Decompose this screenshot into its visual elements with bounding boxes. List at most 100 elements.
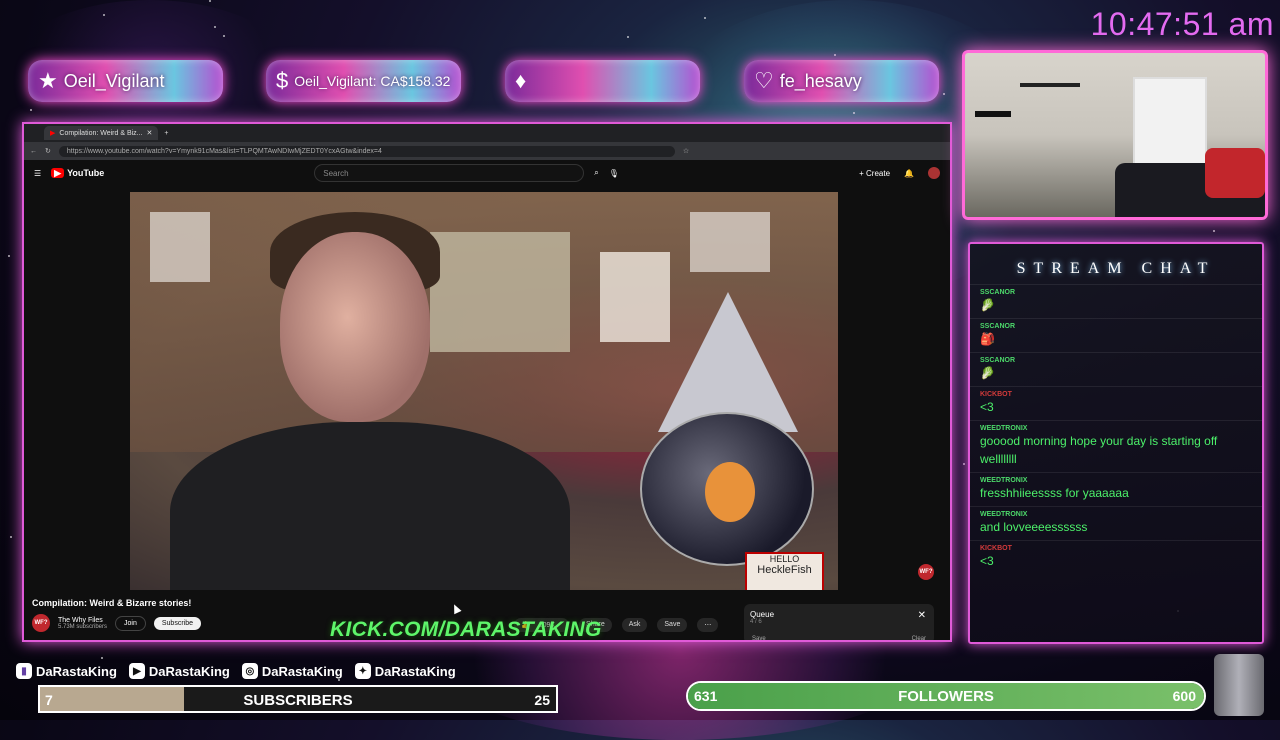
menu-icon[interactable]: ☰ bbox=[34, 169, 41, 178]
star bbox=[338, 679, 340, 681]
chat-username: SSCANOR bbox=[980, 357, 1016, 364]
subscribe-button[interactable]: Subscribe bbox=[153, 616, 202, 630]
twitter-icon: ✦ bbox=[354, 663, 371, 679]
channel-avatar[interactable]: WF? bbox=[32, 614, 50, 632]
channel-info: The Why Files 5.73M subscribers bbox=[58, 617, 107, 630]
close-icon[interactable]: ✕ bbox=[918, 610, 926, 621]
queue-panel: Queue 4 / 6 ✕ Save Clear bbox=[744, 604, 934, 640]
chat-text: 🥬 bbox=[980, 366, 995, 380]
chat-username: SSCANOR bbox=[980, 323, 1016, 330]
chat-text: 🎒 bbox=[980, 332, 995, 346]
chat-text: and lovveeeessssss bbox=[980, 520, 1088, 534]
ask-button[interactable]: Ask bbox=[621, 618, 648, 632]
subscriber-goal-bar: 7 SUBSCRIBERS 25 bbox=[38, 685, 558, 713]
alert-pill-follower: ★ Oeil_Vigilant bbox=[28, 60, 223, 102]
chat-username: WEEDTRONIX bbox=[980, 477, 1028, 484]
webcam-table bbox=[1020, 83, 1080, 167]
drink-can bbox=[1214, 654, 1264, 716]
video-person-body bbox=[170, 422, 570, 590]
star bbox=[8, 255, 10, 257]
webcam-stool bbox=[975, 111, 1011, 207]
chat-text: fresshhiieessss for yaaaaaa bbox=[980, 486, 1129, 500]
alert-pill-gift: ♦ bbox=[505, 60, 700, 102]
channel-name[interactable]: The Why Files bbox=[58, 617, 107, 624]
star bbox=[1213, 230, 1215, 232]
chat-message: WEEDTRONIX and lovveeeessssss bbox=[970, 506, 1262, 540]
social-handle: DaRastaKing bbox=[148, 663, 230, 679]
star bbox=[704, 17, 706, 19]
social-youtube: ▶ DaRastaKing bbox=[128, 663, 230, 679]
browser-tab[interactable]: ▶ Compilation: Weird & Biz... ✕ bbox=[44, 126, 159, 140]
create-button[interactable]: + Create bbox=[859, 169, 890, 178]
video-title: Compilation: Weird & Bizarre stories! bbox=[32, 598, 192, 608]
subscriber-goal-label: SUBSCRIBERS bbox=[243, 692, 353, 709]
queue-count: 4 / 6 bbox=[750, 619, 762, 625]
back-icon[interactable]: ← bbox=[30, 148, 37, 155]
youtube-header: ☰ ▶ YouTube Search ⌕ 🎙 + Create 🔔 bbox=[24, 160, 950, 186]
chat-message: KICKBOT <3 bbox=[970, 540, 1262, 574]
pill-text: fe_hesavy bbox=[779, 70, 862, 91]
chat-title: STREAM CHAT bbox=[1016, 260, 1216, 277]
clock: 10:47:51 am bbox=[1090, 6, 1274, 42]
queue-clear-button[interactable]: Clear bbox=[912, 636, 926, 640]
chat-username: KICKBOT bbox=[980, 391, 1012, 398]
avatar[interactable] bbox=[928, 167, 940, 179]
channel-row: WF? The Why Files 5.73M subscribers Join… bbox=[32, 614, 202, 632]
webcam-feed bbox=[962, 50, 1268, 220]
address-bar-row: ← ↻ https://www.youtube.com/watch?v=Ymyn… bbox=[24, 142, 950, 160]
social-twitch: ▮ DaRastaKing bbox=[16, 663, 117, 679]
social-twitter: ✦ DaRastaKing bbox=[354, 663, 456, 679]
queue-title: Queue bbox=[750, 610, 775, 619]
close-icon[interactable]: ✕ bbox=[147, 129, 153, 137]
instagram-icon: ◎ bbox=[241, 663, 258, 679]
video-player[interactable]: HELLO HeckleFish bbox=[130, 192, 838, 590]
browser-tab-bar: ▶ Compilation: Weird & Biz... ✕ + bbox=[24, 124, 950, 142]
chat-username: WEEDTRONIX bbox=[980, 511, 1028, 518]
follower-target: 600 bbox=[1172, 688, 1196, 704]
tab-title: Compilation: Weird & Biz... bbox=[59, 129, 143, 137]
social-handle: DaRastaKing bbox=[36, 663, 117, 679]
star bbox=[627, 36, 629, 38]
star-bookmark-icon[interactable]: ☆ bbox=[683, 147, 689, 155]
poster bbox=[690, 212, 770, 272]
star bbox=[963, 463, 965, 465]
search-input[interactable]: Search bbox=[314, 164, 585, 182]
chat-message: SSCANOR 🥬 bbox=[970, 284, 1262, 318]
channel-subs: 5.73M subscribers bbox=[58, 623, 108, 630]
more-icon[interactable]: ⋯ bbox=[697, 618, 719, 632]
new-tab-icon[interactable]: + bbox=[164, 130, 168, 137]
youtube-logo[interactable]: ▶ YouTube bbox=[51, 167, 104, 179]
kick-url-banner: KICK.COM/DARASTAKING bbox=[330, 618, 602, 641]
reload-icon[interactable]: ↻ bbox=[45, 147, 51, 155]
social-handle: DaRastaKing bbox=[261, 663, 343, 679]
poster bbox=[150, 212, 210, 282]
bell-icon[interactable]: 🔔 bbox=[904, 169, 914, 178]
pill-text: Oeil_Vigilant: CA$158.32 bbox=[294, 73, 451, 89]
chat-message: WEEDTRONIX fresshhiieessss for yaaaaaa bbox=[970, 472, 1262, 506]
alert-pill-subscriber: ♡ fe_hesavy bbox=[744, 60, 939, 102]
stream-chat-panel: STREAM CHAT SSCANOR 🥬 SSCANOR 🎒 SSCANOR 🥬 K… bbox=[968, 242, 1264, 644]
diamond-icon: ♦ bbox=[515, 68, 527, 93]
chat-message: WEEDTRONIX gooood morning hope your day i… bbox=[970, 420, 1262, 472]
chat-message: SSCANOR 🥬 bbox=[970, 352, 1262, 386]
star bbox=[209, 0, 211, 2]
name-sign: HELLO HeckleFish bbox=[745, 552, 824, 590]
url-field[interactable]: https://www.youtube.com/watch?v=Ymynk91c… bbox=[58, 145, 675, 157]
webcam-red-bag bbox=[1205, 148, 1265, 198]
follower-goal-label: FOLLOWERS bbox=[898, 688, 994, 705]
youtube-icon: ▶ bbox=[128, 663, 145, 679]
save-button[interactable]: Save bbox=[657, 618, 688, 632]
subscriber-target: 25 bbox=[534, 692, 550, 708]
goldfish bbox=[705, 462, 755, 522]
heart-icon: ♡ bbox=[754, 68, 774, 93]
twitch-icon: ▮ bbox=[16, 663, 32, 679]
search-icon[interactable]: ⌕ bbox=[594, 168, 598, 178]
youtube-icon: ▶ bbox=[50, 130, 56, 137]
chat-message: KICKBOT <3 bbox=[970, 386, 1262, 420]
queue-save-button[interactable]: Save bbox=[752, 636, 766, 640]
mic-icon[interactable]: 🎙 bbox=[609, 169, 619, 178]
join-button[interactable]: Join bbox=[115, 615, 146, 631]
chat-text: gooood morning hope your day is starting… bbox=[980, 434, 1218, 466]
star-icon: ★ bbox=[38, 68, 58, 93]
social-links: ▮ DaRastaKing ▶ DaRastaKing ◎ DaRastaKing ✦… bbox=[16, 663, 456, 679]
